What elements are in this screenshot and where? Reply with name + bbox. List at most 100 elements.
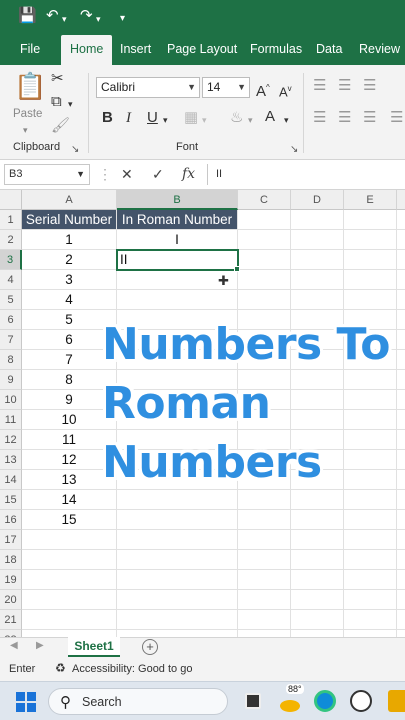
align-bottom-icon[interactable]: ☰	[363, 77, 376, 95]
row-header-11[interactable]: 11	[0, 410, 22, 430]
cell-d20[interactable]	[291, 590, 344, 610]
cell-d2[interactable]	[291, 230, 344, 250]
cell-e1[interactable]	[344, 210, 397, 230]
cell-b18[interactable]	[117, 550, 238, 570]
cell-f4[interactable]	[397, 270, 405, 290]
font-launcher-icon[interactable]: ↘	[290, 141, 298, 159]
cell-d4[interactable]	[291, 270, 344, 290]
cell-e22[interactable]	[344, 630, 397, 637]
row-header-9[interactable]: 9	[0, 370, 22, 390]
row-header-16[interactable]: 16	[0, 510, 22, 530]
column-header-f[interactable]	[397, 190, 405, 210]
cell-a2[interactable]: 1	[22, 230, 117, 250]
cell-e19[interactable]	[344, 570, 397, 590]
cell-a3[interactable]: 2	[22, 250, 117, 270]
clipboard-launcher-icon[interactable]: ↘	[71, 141, 79, 159]
cell-c3[interactable]	[238, 250, 291, 270]
cell-b1[interactable]: In Roman Number	[117, 210, 238, 230]
cell-f5[interactable]	[397, 290, 405, 310]
cell-a18[interactable]	[22, 550, 117, 570]
cell-b15[interactable]	[117, 490, 238, 510]
row-header-20[interactable]: 20	[0, 590, 22, 610]
windows-start-icon[interactable]	[16, 692, 36, 712]
cell-c20[interactable]	[238, 590, 291, 610]
cell-e16[interactable]	[344, 510, 397, 530]
undo-dropdown-icon[interactable]: ▾	[62, 9, 67, 29]
row-header-3[interactable]: 3	[0, 250, 22, 270]
cell-d5[interactable]	[291, 290, 344, 310]
cell-c22[interactable]	[238, 630, 291, 637]
cell-d1[interactable]	[291, 210, 344, 230]
cut-icon[interactable]: ✂	[51, 70, 64, 88]
cell-d22[interactable]	[291, 630, 344, 637]
cell-b21[interactable]	[117, 610, 238, 630]
borders-dropdown-icon[interactable]: ▾	[202, 111, 207, 129]
cell-f18[interactable]	[397, 550, 405, 570]
save-icon[interactable]: 💾	[18, 6, 37, 26]
cell-e21[interactable]	[344, 610, 397, 630]
cell-f17[interactable]	[397, 530, 405, 550]
tab-home[interactable]: Home	[61, 35, 113, 65]
cell-b16[interactable]	[117, 510, 238, 530]
cell-b20[interactable]	[117, 590, 238, 610]
wrap-text-icon[interactable]: ☰	[390, 109, 403, 127]
row-header-18[interactable]: 18	[0, 550, 22, 570]
cell-a20[interactable]	[22, 590, 117, 610]
column-header-b[interactable]: B	[117, 190, 238, 210]
paste-icon[interactable]: 📋	[14, 71, 46, 101]
cell-a5[interactable]: 4	[22, 290, 117, 310]
formula-input[interactable]: II	[207, 164, 405, 185]
cell-c15[interactable]	[238, 490, 291, 510]
row-header-12[interactable]: 12	[0, 430, 22, 450]
add-sheet-button[interactable]: +	[142, 639, 158, 655]
cell-f15[interactable]	[397, 490, 405, 510]
prev-sheet-icon[interactable]: ◀	[10, 640, 18, 651]
align-middle-icon[interactable]: ☰	[338, 77, 351, 95]
cell-a15[interactable]: 14	[22, 490, 117, 510]
row-header-22[interactable]: 22	[0, 630, 22, 637]
tab-insert[interactable]: Insert	[120, 41, 151, 57]
row-header-5[interactable]: 5	[0, 290, 22, 310]
copy-dropdown-icon[interactable]: ▾	[68, 95, 73, 113]
tab-page-layout[interactable]: Page Layout	[167, 41, 237, 57]
underline-dropdown-icon[interactable]: ▾	[163, 111, 168, 129]
cell-c4[interactable]	[238, 270, 291, 290]
accessibility-icon[interactable]: ♻	[55, 661, 66, 675]
taskbar-search[interactable]: ⚲ Search	[48, 688, 228, 715]
italic-button[interactable]: I	[126, 109, 131, 127]
cell-c21[interactable]	[238, 610, 291, 630]
confirm-entry-button[interactable]: ✓	[152, 166, 164, 182]
redo-icon[interactable]: ↷	[80, 6, 93, 26]
cell-d3[interactable]	[291, 250, 344, 270]
align-left-icon[interactable]: ☰	[313, 109, 326, 127]
font-color-icon[interactable]: A	[265, 108, 275, 126]
select-all-button[interactable]	[0, 190, 22, 210]
accessibility-status[interactable]: Accessibility: Good to go	[72, 663, 192, 675]
cancel-entry-button[interactable]: ✕	[121, 166, 133, 182]
paste-dropdown-icon[interactable]: ▾	[23, 121, 28, 139]
cell-f22[interactable]	[397, 630, 405, 637]
cell-d18[interactable]	[291, 550, 344, 570]
row-header-15[interactable]: 15	[0, 490, 22, 510]
cell-c16[interactable]	[238, 510, 291, 530]
column-header-e[interactable]: E	[344, 190, 397, 210]
cell-f19[interactable]	[397, 570, 405, 590]
column-header-c[interactable]: C	[238, 190, 291, 210]
cell-c18[interactable]	[238, 550, 291, 570]
tab-formulas[interactable]: Formulas	[250, 41, 302, 57]
cell-d16[interactable]	[291, 510, 344, 530]
cell-a21[interactable]	[22, 610, 117, 630]
row-header-7[interactable]: 7	[0, 330, 22, 350]
insert-function-button[interactable]: fx	[182, 166, 195, 182]
cell-a16[interactable]: 15	[22, 510, 117, 530]
cell-e20[interactable]	[344, 590, 397, 610]
cell-e15[interactable]	[344, 490, 397, 510]
undo-icon[interactable]: ↶	[46, 6, 59, 26]
align-top-icon[interactable]: ☰	[313, 77, 326, 95]
row-header-13[interactable]: 13	[0, 450, 22, 470]
cell-b22[interactable]	[117, 630, 238, 637]
cell-a22[interactable]	[22, 630, 117, 637]
cell-a4[interactable]: 3	[22, 270, 117, 290]
cell-f2[interactable]	[397, 230, 405, 250]
column-header-a[interactable]: A	[22, 190, 117, 210]
